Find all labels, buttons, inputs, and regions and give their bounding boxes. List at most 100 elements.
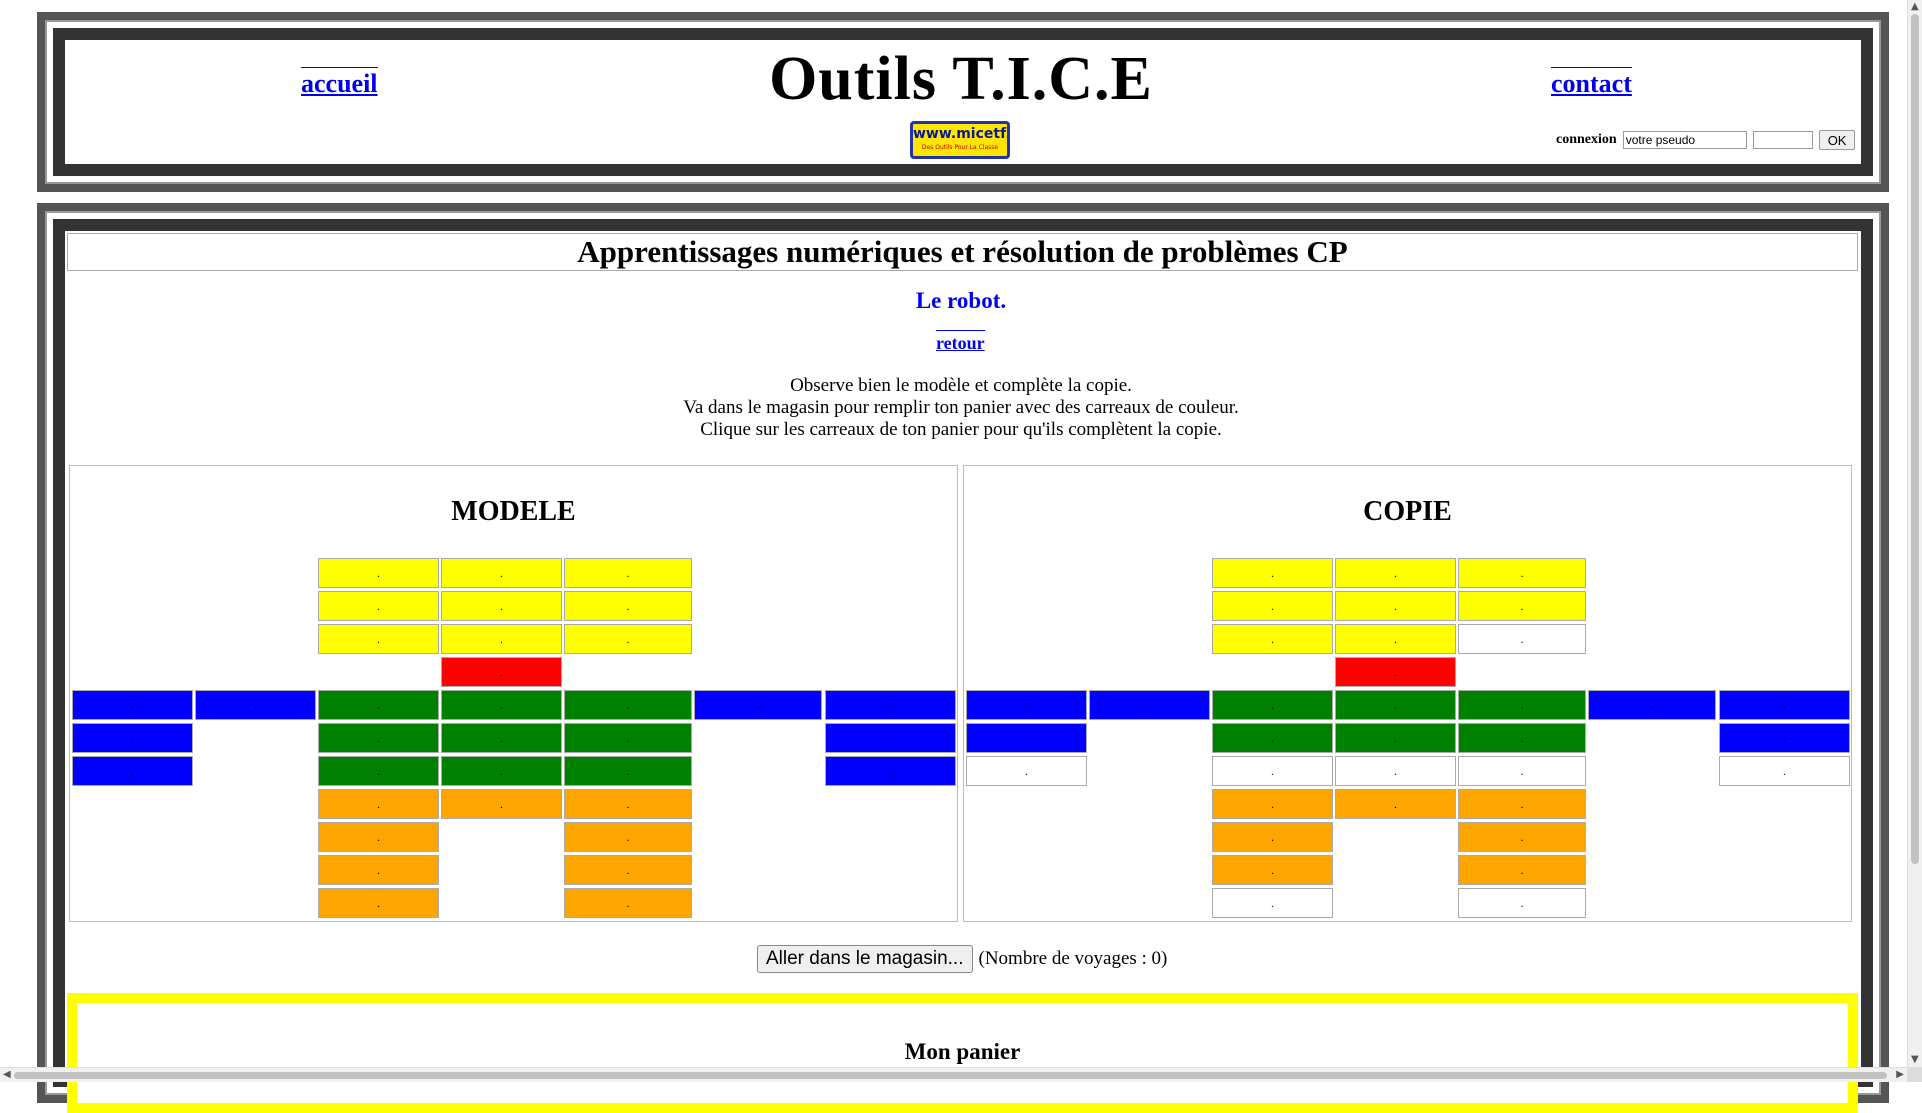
copie-tile-orange[interactable]: . (1212, 855, 1333, 885)
copie-tile-orange[interactable]: . (1458, 822, 1586, 852)
copie-tile-green[interactable]: . (1458, 690, 1586, 720)
copie-tile-white[interactable]: . (1212, 756, 1333, 786)
modele-tile-orange: . (564, 789, 692, 819)
logo-subtext: Des Outils Pour La Classe (921, 144, 999, 151)
modele-tile-green: . (441, 723, 562, 753)
scroll-left-icon[interactable]: ◀ (3, 1070, 11, 1080)
copie-tile-blue[interactable]: . (966, 723, 1087, 753)
copie-tile-green[interactable]: . (1335, 723, 1456, 753)
copie-tile-blue[interactable]: . (1719, 690, 1850, 720)
copie-tile-yellow[interactable]: . (1335, 558, 1456, 588)
modele-tile-orange: . (318, 855, 439, 885)
modele-tile-yellow: . (441, 591, 562, 621)
horizontal-scrollbar[interactable]: ◀ ▶ (0, 1067, 1907, 1082)
copie-tile-green[interactable]: . (1458, 723, 1586, 753)
modele-tile-orange: . (564, 855, 692, 885)
instruction-line: Va dans le magasin pour remplir ton pani… (683, 397, 1239, 418)
modele-tile-blue: . (195, 690, 316, 720)
modele-tile-blue: . (694, 690, 822, 720)
modele-tile-yellow: . (441, 558, 562, 588)
scroll-right-icon[interactable]: ▶ (1896, 1070, 1904, 1080)
contact-link[interactable]: contact (1551, 67, 1632, 99)
pseudo-input[interactable] (1622, 131, 1747, 149)
copie-tile-white[interactable]: . (1212, 888, 1333, 918)
logo-text: www.micetf.fr (913, 126, 1010, 142)
scroll-up-icon[interactable]: ▲ (1911, 2, 1919, 12)
copie-tile-white[interactable]: . (1458, 756, 1586, 786)
copie-tile-white[interactable]: . (1458, 888, 1586, 918)
trips-counter: (Nombre de voyages : 0) (978, 948, 1168, 969)
modele-tile-green: . (318, 756, 439, 786)
retour-link[interactable]: retour (936, 330, 985, 354)
modele-tile-blue: . (825, 723, 956, 753)
instruction-line: Observe bien le modèle et complète la co… (790, 375, 1132, 396)
password-input[interactable] (1752, 131, 1813, 149)
copie-tile-blue[interactable]: . (1089, 690, 1210, 720)
modele-tile-orange: . (318, 822, 439, 852)
copie-tile-white[interactable]: . (1458, 624, 1586, 654)
copie-tile-orange[interactable]: . (1212, 822, 1333, 852)
copie-tile-yellow[interactable]: . (1212, 591, 1333, 621)
page-title: Apprentissages numériques et résolution … (67, 233, 1858, 271)
horizontal-scroll-thumb[interactable] (14, 1072, 1887, 1079)
vertical-scrollbar[interactable]: ▲ ▼ (1907, 0, 1922, 1067)
modele-tile-yellow: . (318, 558, 439, 588)
shop-button[interactable]: Aller dans le magasin... (757, 945, 973, 973)
copie-tile-yellow[interactable]: . (1335, 624, 1456, 654)
modele-tile-orange: . (441, 789, 562, 819)
modele-tile-red: . (441, 657, 562, 687)
copie-tile-blue[interactable]: . (1588, 690, 1716, 720)
modele-tile-yellow: . (441, 624, 562, 654)
copie-tile-green[interactable]: . (1212, 690, 1333, 720)
vertical-scroll-thumb[interactable] (1911, 14, 1919, 864)
copie-tile-blue[interactable]: . (966, 690, 1087, 720)
copie-tile-orange[interactable]: . (1335, 789, 1456, 819)
copie-tile-yellow[interactable]: . (1212, 624, 1333, 654)
modele-tile-blue: . (72, 723, 193, 753)
copie-tile-yellow[interactable]: . (1212, 558, 1333, 588)
copie-tile-yellow[interactable]: . (1458, 558, 1586, 588)
modele-tile-blue: . (72, 690, 193, 720)
copie-tile-red[interactable]: . (1335, 657, 1456, 687)
modele-tile-green: . (564, 756, 692, 786)
copie-tile-yellow[interactable]: . (1458, 591, 1586, 621)
login-form: connexion OK (1556, 130, 1856, 150)
copie-tile-yellow[interactable]: . (1335, 591, 1456, 621)
modele-tile-blue: . (825, 756, 956, 786)
copie-tile-orange[interactable]: . (1458, 789, 1586, 819)
copie-tile-orange[interactable]: . (1458, 855, 1586, 885)
modele-tile-green: . (564, 723, 692, 753)
modele-tile-green: . (564, 690, 692, 720)
modele-tile-orange: . (318, 789, 439, 819)
copie-tile-blue[interactable]: . (1719, 723, 1850, 753)
copie-panel: COPIE ..................................… (963, 465, 1852, 922)
modele-tile-green: . (318, 690, 439, 720)
modele-tile-blue: . (72, 756, 193, 786)
scroll-corner (1907, 1067, 1922, 1082)
copie-tile-green[interactable]: . (1212, 723, 1333, 753)
modele-panel: MODELE .................................… (69, 465, 958, 922)
modele-tile-yellow: . (564, 624, 692, 654)
instruction-line: Clique sur les carreaux de ton panier po… (700, 419, 1222, 440)
panier-box: Mon panier (67, 993, 1858, 1113)
copie-tile-white[interactable]: . (1719, 756, 1850, 786)
modele-tile-orange: . (564, 822, 692, 852)
modele-tile-orange: . (318, 888, 439, 918)
activity-subtitle: Le robot. (915, 288, 1007, 313)
copie-tile-white[interactable]: . (966, 756, 1087, 786)
modele-tile-green: . (318, 723, 439, 753)
copie-tile-orange[interactable]: . (1212, 789, 1333, 819)
site-title: Outils T.I.C.E (769, 45, 1153, 113)
shop-row: Aller dans le magasin... (Nombre de voya… (757, 945, 1167, 973)
micetf-logo[interactable]: www.micetf.fr Des Outils Pour La Classe (910, 121, 1010, 159)
scroll-down-icon[interactable]: ▼ (1911, 1055, 1919, 1065)
copie-tile-green[interactable]: . (1335, 690, 1456, 720)
modele-title: MODELE (451, 496, 576, 527)
copie-tile-white[interactable]: . (1335, 756, 1456, 786)
modele-tile-green: . (441, 690, 562, 720)
modele-tile-blue: . (825, 690, 956, 720)
modele-tile-orange: . (564, 888, 692, 918)
modele-tile-yellow: . (564, 591, 692, 621)
modele-tile-yellow: . (564, 558, 692, 588)
ok-button[interactable]: OK (1818, 130, 1856, 150)
